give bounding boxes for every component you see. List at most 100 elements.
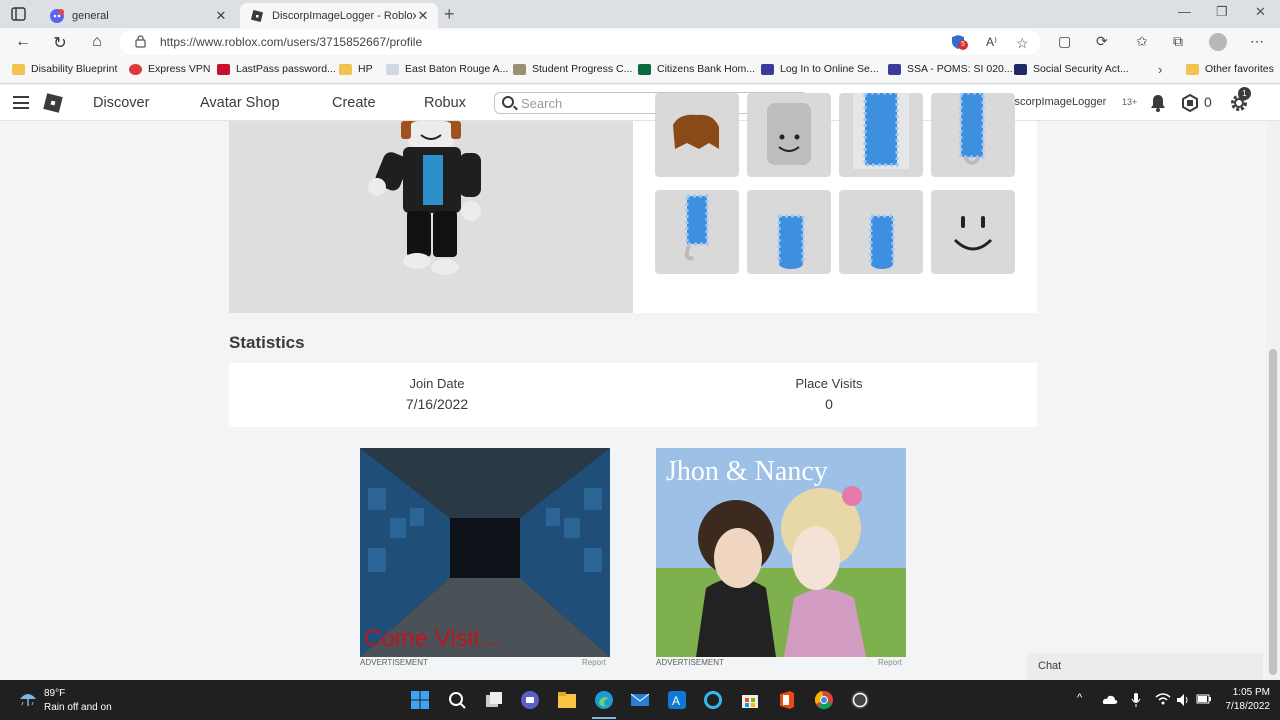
- close-window-icon[interactable]: ✕: [1255, 4, 1266, 20]
- statistics-heading: Statistics: [229, 333, 305, 352]
- collections-icon[interactable]: ⧉: [1173, 33, 1183, 50]
- weather-rain-icon[interactable]: [18, 689, 38, 709]
- favorites-icon[interactable]: ✩: [1136, 33, 1148, 50]
- weather-temperature[interactable]: 89°F: [44, 688, 65, 699]
- wifi-icon[interactable]: [1155, 693, 1171, 705]
- office-icon[interactable]: [777, 690, 797, 710]
- folder-icon: [1186, 63, 1199, 75]
- back-icon[interactable]: ←: [12, 33, 34, 51]
- other-favorites[interactable]: Other favorites: [1186, 63, 1274, 75]
- weather-description[interactable]: Rain off and on: [44, 702, 112, 713]
- avatar-item-torso[interactable]: [839, 93, 923, 177]
- avatar-3d-view[interactable]: [229, 121, 633, 313]
- minimize-icon[interactable]: —: [1178, 4, 1191, 19]
- chevron-right-icon[interactable]: ›: [1158, 62, 1162, 77]
- favorite-item[interactable]: Log In to Online Se...: [761, 63, 879, 75]
- menu-icon[interactable]: [13, 96, 29, 109]
- onedrive-cloud-icon[interactable]: [1102, 693, 1118, 705]
- ai-assistant-icon[interactable]: A: [667, 690, 687, 710]
- avatar-item-left-leg[interactable]: [747, 190, 831, 274]
- folder-icon: [12, 63, 25, 75]
- refresh-icon[interactable]: ↻: [49, 33, 71, 53]
- chat-bar[interactable]: Chat: [1027, 653, 1263, 680]
- tab-roblox-profile[interactable]: DiscorpImageLogger - Roblox ✕: [240, 3, 438, 28]
- join-date-value: 7/16/2022: [405, 396, 469, 412]
- active-app-indicator: [592, 717, 616, 719]
- avatar-item-face[interactable]: [931, 190, 1015, 274]
- chrome-icon[interactable]: [814, 690, 834, 710]
- ad-caption: Come Visit...: [364, 625, 500, 652]
- ad-caption: Jhon & Nancy: [666, 456, 828, 487]
- address-bar[interactable]: https://www.roblox.com/users/3715852667/…: [120, 30, 1040, 55]
- favorite-item[interactable]: Disability Blueprint: [12, 63, 117, 75]
- clock-time: 1:05 PM: [1232, 687, 1270, 698]
- battery-icon[interactable]: [1196, 694, 1212, 704]
- statistics-panel: Join Date 7/16/2022 Place Visits 0: [229, 363, 1037, 427]
- edge-browser-icon[interactable]: [594, 690, 614, 710]
- favorite-item[interactable]: East Baton Rouge A...: [386, 63, 508, 75]
- mail-icon[interactable]: [630, 690, 650, 710]
- tab-title: DiscorpImageLogger - Roblox: [272, 9, 416, 22]
- favorite-item[interactable]: Social Security Act...: [1014, 63, 1129, 75]
- cortana-icon[interactable]: [703, 690, 723, 710]
- avatar-item-hair[interactable]: [655, 93, 739, 177]
- roblox-favicon-icon: [250, 9, 264, 22]
- restore-icon[interactable]: ❐: [1216, 4, 1228, 20]
- teams-chat-icon[interactable]: [520, 690, 540, 710]
- address-row: ← ↻ ⌂ https://www.roblox.com/users/37158…: [0, 28, 1280, 58]
- new-tab-icon[interactable]: +: [444, 4, 455, 25]
- advertisement-banner[interactable]: Jhon & Nancy: [656, 448, 906, 657]
- nav-discover[interactable]: Discover: [93, 95, 149, 111]
- favorite-item[interactable]: HP: [339, 63, 373, 75]
- system-clock[interactable]: 1:05 PM 7/18/2022: [1212, 687, 1271, 712]
- feedback-icon[interactable]: ▢: [1058, 33, 1071, 50]
- roblox-logo-icon[interactable]: [43, 93, 63, 113]
- close-tab-icon[interactable]: ✕: [416, 8, 430, 24]
- robux-icon[interactable]: [1181, 94, 1199, 112]
- file-explorer-icon[interactable]: [557, 690, 577, 710]
- nav-avatar-shop[interactable]: Avatar Shop: [200, 95, 280, 111]
- lock-icon[interactable]: [135, 35, 146, 48]
- favorite-item[interactable]: Citizens Bank Hom...: [638, 63, 755, 75]
- read-aloud-icon[interactable]: A⁾: [986, 35, 997, 49]
- tab-actions-icon[interactable]: [8, 5, 30, 23]
- ad-label: ADVERTISEMENT: [360, 658, 428, 667]
- store-icon[interactable]: [740, 690, 760, 710]
- join-date-label: Join Date: [409, 376, 465, 391]
- favorite-item[interactable]: SSA - POMS: SI 020...: [888, 63, 1013, 75]
- advertisement-banner[interactable]: Come Visit...: [360, 448, 610, 657]
- notifications-bell-icon[interactable]: [1150, 94, 1166, 112]
- more-icon[interactable]: ⋯: [1250, 33, 1264, 50]
- obs-icon[interactable]: [850, 690, 870, 710]
- volume-icon[interactable]: [1176, 693, 1190, 707]
- robux-balance[interactable]: 0: [1204, 94, 1212, 110]
- avatar-item-right-leg[interactable]: [839, 190, 923, 274]
- ad-report-link[interactable]: Report: [878, 658, 902, 667]
- avatar-item-head[interactable]: [747, 93, 831, 177]
- home-icon[interactable]: ⌂: [86, 33, 108, 51]
- url-text: https://www.roblox.com/users/3715852667/…: [160, 35, 423, 49]
- avatar-item-right-arm[interactable]: [931, 93, 1015, 177]
- ad-label: ADVERTISEMENT: [656, 658, 724, 667]
- close-tab-icon[interactable]: ✕: [214, 8, 228, 24]
- tab-general[interactable]: general ✕: [40, 3, 236, 28]
- favorite-item[interactable]: LastPass password...: [217, 63, 336, 75]
- search-icon[interactable]: [447, 690, 467, 710]
- nav-create[interactable]: Create: [332, 95, 376, 111]
- add-favorite-icon[interactable]: ☆: [1016, 35, 1029, 52]
- ad-report-link[interactable]: Report: [582, 658, 606, 667]
- favorite-item[interactable]: Student Progress C...: [513, 63, 632, 75]
- profile-icon[interactable]: [1209, 33, 1227, 51]
- scrollbar-thumb[interactable]: [1269, 349, 1277, 675]
- favorite-item[interactable]: Express VPN: [129, 63, 210, 75]
- nav-robux[interactable]: Robux: [424, 95, 466, 111]
- page-scrollbar[interactable]: [1266, 121, 1280, 680]
- ssa-icon: [1014, 63, 1027, 75]
- task-view-icon[interactable]: [484, 690, 504, 710]
- favorites-bar: Disability Blueprint Express VPN LastPas…: [0, 58, 1280, 84]
- windows-start-icon[interactable]: [410, 690, 430, 710]
- extensions-icon[interactable]: ⟳: [1096, 33, 1108, 50]
- microphone-icon[interactable]: [1131, 692, 1141, 708]
- avatar-item-left-arm[interactable]: [655, 190, 739, 274]
- chevron-up-icon[interactable]: ^: [1077, 692, 1082, 704]
